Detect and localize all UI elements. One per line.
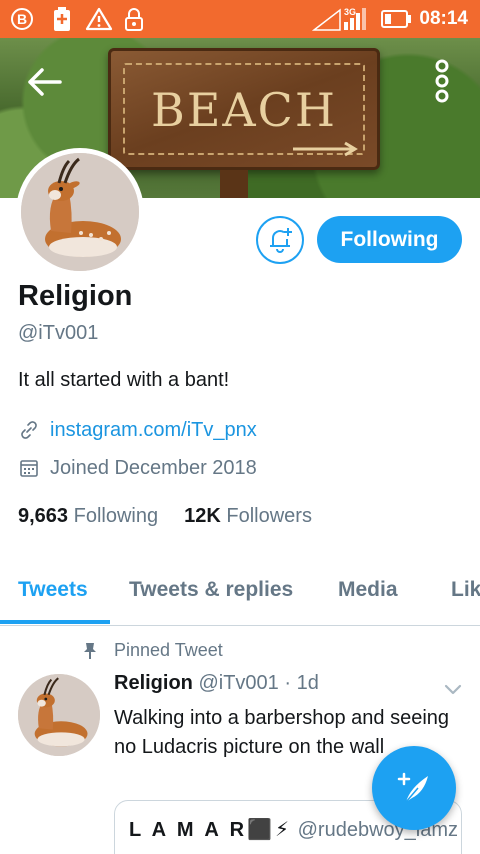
lock-icon	[122, 7, 146, 31]
following-count-link[interactable]: 9,663 Following	[18, 505, 158, 528]
tab-media[interactable]: Media	[338, 578, 398, 602]
pinned-tweet-label-row: Pinned Tweet	[80, 640, 223, 661]
quoted-author-name: L A M A R⬛⚡	[129, 819, 293, 841]
status-bar: B 3G 08:14	[0, 0, 480, 38]
profile-bio: It all started with a bant!	[18, 369, 230, 391]
tweet-author-name[interactable]: Religion	[114, 672, 193, 694]
tab-tweets-replies[interactable]: Tweets & replies	[129, 578, 293, 602]
deer-figurine-image	[21, 153, 139, 271]
tweet-author-handle[interactable]: @iTv001	[198, 672, 278, 694]
arrow-left-icon	[28, 68, 62, 96]
compose-tweet-button[interactable]	[372, 746, 456, 830]
sign-text: BEACH	[151, 83, 337, 137]
sign-arrow-icon	[293, 141, 358, 157]
profile-website-link[interactable]: instagram.com/iTv_pnx	[50, 419, 257, 442]
tweet-menu-button[interactable]	[442, 678, 464, 700]
tab-tweets[interactable]: Tweets	[18, 578, 88, 602]
following-count: 9,663	[18, 505, 69, 527]
profile-tabs: Tweets Tweets & replies Media Lik	[0, 558, 480, 626]
active-tab-indicator	[0, 620, 110, 624]
beach-sign-image: BEACH	[108, 48, 380, 170]
followers-count: 12K	[184, 505, 221, 527]
battery-icon	[380, 7, 412, 31]
notifications-button[interactable]	[256, 216, 304, 264]
profile-handle: @iTv001	[18, 322, 99, 344]
signal-icon: 3G	[312, 7, 372, 31]
sign-post	[220, 170, 248, 198]
following-label: Following	[73, 505, 159, 527]
b-badge-icon: B	[10, 7, 34, 31]
followers-label: Followers	[226, 505, 312, 527]
chevron-down-icon	[444, 684, 462, 695]
bell-plus-icon	[270, 228, 292, 253]
pin-icon	[80, 642, 100, 660]
pinned-tweet-label: Pinned Tweet	[114, 640, 223, 660]
tweet-header: Religion @iTv001 · 1d	[114, 672, 319, 695]
tweet-author-avatar[interactable]	[18, 674, 100, 756]
tweet-timestamp: · 1d	[284, 672, 319, 694]
profile-joined-date: Joined December 2018	[50, 456, 257, 479]
more-options-button[interactable]	[424, 58, 460, 104]
deer-figurine-image	[18, 674, 100, 756]
battery-saver-icon	[50, 7, 74, 31]
warning-icon	[84, 7, 114, 31]
calendar-icon	[18, 457, 40, 479]
profile-avatar[interactable]	[16, 148, 144, 276]
more-vertical-icon	[435, 59, 449, 103]
clock: 08:14	[419, 8, 468, 29]
tab-likes[interactable]: Lik	[451, 578, 480, 602]
follow-counts: 9,663 Following 12K Followers	[18, 505, 338, 528]
link-icon	[18, 419, 40, 441]
compose-feather-icon	[397, 772, 428, 803]
profile-joined-row: Joined December 2018	[18, 455, 257, 481]
followers-count-link[interactable]: 12K Followers	[184, 505, 312, 528]
following-button[interactable]: Following	[317, 216, 462, 263]
svg-text:B: B	[17, 11, 27, 27]
back-button[interactable]	[22, 60, 66, 104]
svg-text:3G: 3G	[344, 7, 356, 17]
profile-display-name: Religion	[18, 280, 133, 312]
profile-link-row: instagram.com/iTv_pnx	[18, 417, 257, 443]
